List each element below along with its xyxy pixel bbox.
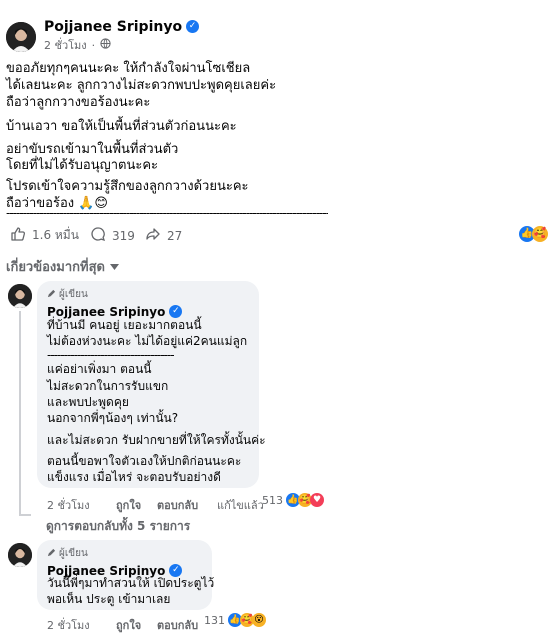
post-line-7: โปรดเข้าใจความรู้สึกของลูกกวางด้วยนะคะ [6,179,249,194]
comment-bubble: ผู้เขียน Pojjanee Sripinyo ✓ วันนี้พี่ๆมา… [37,540,215,610]
comment-reply-link[interactable]: ตอบกลับ [157,616,198,634]
post-line-4: บ้านเอวา ขอให้เป็นพื้นที่ส่วนตัวก่อนนะคะ [6,119,237,134]
post-line-1: ขออภัยทุกๆคนนะคะ ให้กำลังใจผ่านโซเชียล [6,61,251,76]
comment-line: และไม่สะดวก รับฝากขายที่ให้ใครทั้งนั้นค่… [47,433,266,447]
globe-icon [100,38,111,52]
comment-reactions[interactable]: 513 👍 🥰 ♥ [262,493,324,507]
post-line-2: ได้เลยนะคะ ลูกกวางไม่สะดวกพบปะพูดคุยเลยค… [6,78,277,93]
comment-line: นอกจากพี่ๆน้องๆ เท่านั้น? [47,411,179,425]
comment-time[interactable]: 2 ชั่วโมง [47,616,90,634]
verified-icon: ✓ [186,20,200,33]
comment-line: ที่บ้านมี คนอยู่ เยอะมากตอนนี้ [47,318,202,332]
wow-reaction-icon: 😮 [252,613,266,627]
author-badge: ผู้เขียน [47,546,88,561]
chevron-down-icon [109,259,119,274]
post-reactions[interactable]: 👍 🥰 [519,226,548,242]
author-badge-label: ผู้เขียน [59,548,88,559]
share-icon [145,226,161,245]
comment-like-link[interactable]: ถูกใจ [116,616,141,634]
comment-avatar[interactable] [8,543,32,567]
author-badge-label: ผู้เขียน [59,289,88,300]
care-reaction-icon: 🥰 [532,226,548,242]
comment-reaction-count: 131 [204,613,225,627]
comment-line: วันนี้พี่ๆมาทำสวนให้ เปิดประตูไว้ [47,576,215,590]
comment-bubble: ผู้เขียน Pojjanee Sripinyo ✓ ที่บ้านมี คน… [37,281,266,488]
thread-line [19,311,21,516]
comment-line: แข็งแรง เมื่อไหร่ จะตอบรับอย่างดี [47,470,221,484]
post-divider: ----------------------------------------… [6,206,328,220]
comment-icon [90,226,106,245]
thumbs-up-icon [10,226,26,245]
pen-icon [47,548,56,560]
post-line-6: โดยที่ไม่ได้รับอนุญาตนะคะ [6,158,158,173]
post-time[interactable]: 2 ชั่วโมง [44,36,87,54]
comment-line: ไม่สะดวกในการรับแขก [47,379,169,393]
comment-edited-label: แก้ไขแล้ว [217,499,264,512]
comment-line: พอเห็น ประตู เข้ามาเลย [47,592,171,606]
post-line-3: ถือว่าลูกกวางขอร้องนะคะ [6,95,151,110]
comment-filter[interactable]: เกี่ยวข้องมากที่สุด [6,256,119,277]
pen-icon [47,289,56,301]
comment-reactions[interactable]: 131 👍 🥰 😮 [204,613,266,627]
post-action-bar: 1.6 หมื่น 319 27 👍 🥰 [0,226,553,246]
post-author-name[interactable]: Pojjanee Sripinyo [44,19,182,35]
comment-time[interactable]: 2 ชั่วโมง [47,496,90,514]
share-count: 27 [167,228,183,243]
post-meta: 2 ชั่วโมง · [44,36,111,54]
comment-line: แค่อย่าเพิ่งมา ตอนนี้ [47,362,152,376]
comment-divider: -------------------------------------- [47,348,175,362]
comment-line: และพบปะพูดคุย [47,395,129,409]
love-reaction-icon: ♥ [310,493,324,507]
comment-line: ตอนนี้ขอพาใจตัวเองให้ปกติก่อนนะคะ [47,454,242,468]
view-replies-link[interactable]: ดูการตอบกลับทั้ง 5 รายการ [46,517,190,536]
share-action[interactable]: 27 [145,226,182,245]
like-count: 1.6 หมื่น [32,228,79,242]
comment-like-link[interactable]: ถูกใจ [116,496,141,514]
thread-line-branch [19,514,31,516]
comment-reply-link[interactable]: ตอบกลับ [157,496,198,514]
comment-filter-label: เกี่ยวข้องมากที่สุด [6,260,105,275]
comment-avatar[interactable] [8,284,32,308]
comment-reaction-count: 513 [262,493,283,507]
post-author-avatar[interactable] [6,22,36,52]
like-action[interactable]: 1.6 หมื่น [10,226,79,245]
comment-action[interactable]: 319 [90,226,135,245]
comment-count: 319 [112,228,135,243]
post-author-row: Pojjanee Sripinyo ✓ [44,16,200,35]
author-badge: ผู้เขียน [47,287,88,302]
